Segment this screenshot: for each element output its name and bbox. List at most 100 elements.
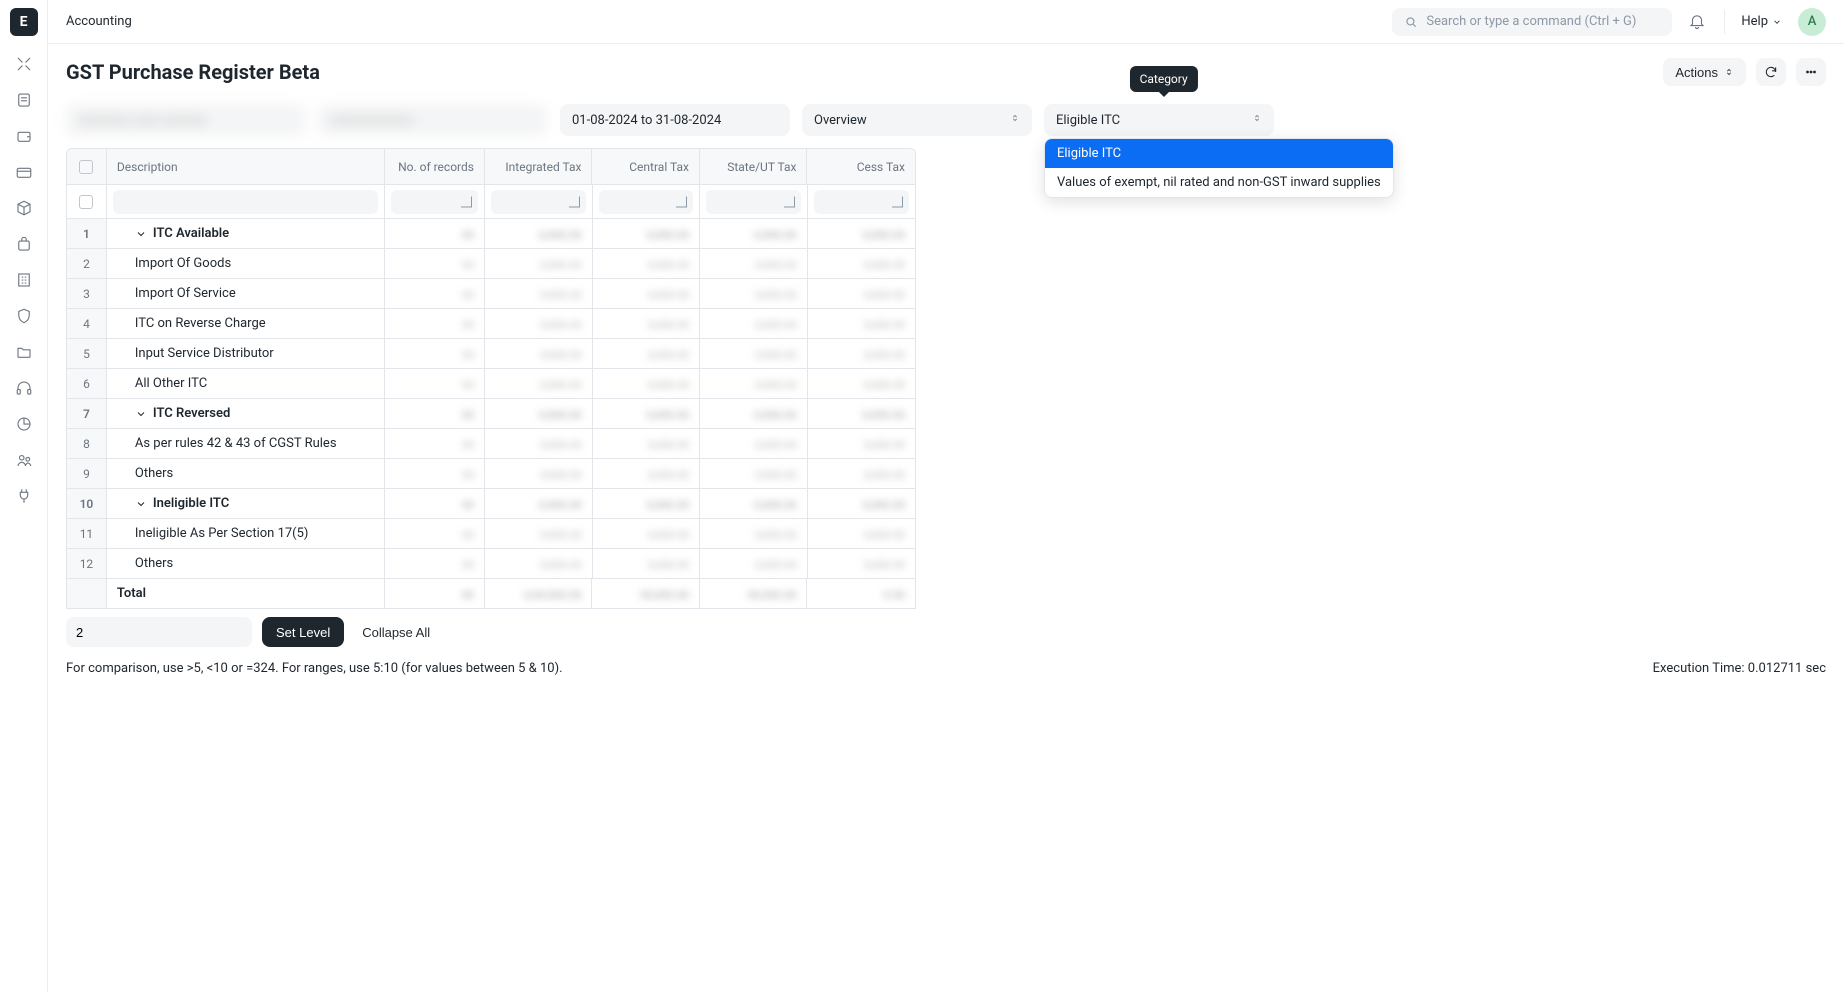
row-number: 4 — [67, 309, 107, 338]
dropdown-item-exempt[interactable]: Values of exempt, nil rated and non-GST … — [1045, 168, 1393, 197]
table-row[interactable]: 9Othersxxx,xxx.xxx,xxx.xxx,xxx.xxx,xxx.x… — [67, 459, 915, 489]
value-cell: xx — [385, 339, 485, 368]
expand-icon[interactable] — [135, 228, 147, 240]
value-cell: x,xxx.xx — [700, 399, 808, 428]
filter-date-range[interactable]: 01-08-2024 to 31-08-2024 — [560, 104, 790, 136]
row-number: 12 — [67, 549, 107, 578]
table-row[interactable]: 5Input Service Distributorxxx,xxx.xxx,xx… — [67, 339, 915, 369]
filter-sgst[interactable] — [706, 190, 801, 214]
value-cell: x,xxx.xx — [593, 249, 701, 278]
search-icon — [1404, 15, 1418, 29]
actions-button[interactable]: Actions — [1663, 58, 1746, 86]
value-cell: x,xxx.xx — [808, 339, 915, 368]
value-cell: x,xxx.xx — [700, 519, 808, 548]
users-icon[interactable] — [10, 446, 38, 474]
table-row[interactable]: 2Import Of Goodsxxx,xxx.xxx,xxx.xxx,xxx.… — [67, 249, 915, 279]
tools-icon[interactable] — [10, 50, 38, 78]
headset-icon[interactable] — [10, 374, 38, 402]
wallet-icon[interactable] — [10, 122, 38, 150]
table-row[interactable]: 12Othersxxx,xxx.xxx,xxx.xxx,xxx.xxx,xxx.… — [67, 549, 915, 579]
value-cell: x,xxx.xx — [593, 369, 701, 398]
bag-icon[interactable] — [10, 230, 38, 258]
plug-icon[interactable] — [10, 482, 38, 510]
filter-cess[interactable] — [814, 190, 910, 214]
value-cell: x,xxx.xx — [593, 279, 701, 308]
cube-icon[interactable] — [10, 194, 38, 222]
collapse-all-button[interactable]: Collapse All — [354, 617, 438, 647]
value-cell: x,xxx.xx — [593, 399, 701, 428]
value-cell: x,xxx.xx — [808, 549, 915, 578]
row-description: Ineligible ITC — [107, 489, 386, 518]
notifications-icon[interactable] — [1688, 12, 1708, 32]
more-button[interactable] — [1796, 58, 1826, 86]
card-icon[interactable] — [10, 158, 38, 186]
table-total-row: Total xx x,xx,xxx.xx xx,xxx.xx xx,xxx.xx… — [67, 579, 915, 609]
filter-igst[interactable] — [491, 190, 586, 214]
table-row[interactable]: 10Ineligible ITCxxx,xxx.xxx,xxx.xxx,xxx.… — [67, 489, 915, 519]
breadcrumb[interactable]: Accounting — [66, 14, 132, 29]
app-logo[interactable]: E — [10, 8, 38, 36]
refresh-button[interactable] — [1756, 58, 1786, 86]
table-row[interactable]: 8As per rules 42 & 43 of CGST Rulesxxx,x… — [67, 429, 915, 459]
level-input[interactable] — [66, 617, 252, 647]
col-cess[interactable]: Cess Tax — [807, 149, 915, 184]
value-cell: xx — [385, 249, 485, 278]
separator — [1724, 10, 1725, 34]
search-input[interactable]: Search or type a command (Ctrl + G) — [1392, 8, 1672, 36]
row-description: Ineligible As Per Section 17(5) — [107, 519, 386, 548]
col-sgst[interactable]: State/UT Tax — [700, 149, 808, 184]
footer-hint-row: For comparison, use >5, <10 or =324. For… — [48, 651, 1844, 686]
filter-gstin[interactable]: xxxxxxxxxxxxx — [318, 104, 548, 136]
shield-icon[interactable] — [10, 302, 38, 330]
value-cell: x,xxx.xx — [808, 399, 915, 428]
value-cell: xx — [385, 219, 485, 248]
avatar[interactable]: A — [1798, 8, 1826, 36]
value-cell: x,xxx.xx — [485, 279, 593, 308]
total-label: Total — [107, 579, 386, 608]
col-records[interactable]: No. of records — [385, 149, 485, 184]
help-menu[interactable]: Help — [1741, 14, 1782, 29]
select-all-checkbox[interactable] — [79, 160, 93, 174]
row-description: ITC Reversed — [107, 399, 386, 428]
value-cell: x,xxx.xx — [485, 429, 593, 458]
col-cgst[interactable]: Central Tax — [592, 149, 700, 184]
value-cell: x,xxx.xx — [485, 459, 593, 488]
expand-icon[interactable] — [135, 498, 147, 510]
row-description: ITC on Reverse Charge — [107, 309, 386, 338]
table-row[interactable]: 7ITC Reversedxxx,xxx.xxx,xxx.xxx,xxx.xxx… — [67, 399, 915, 429]
value-cell: x,xxx.xx — [593, 519, 701, 548]
table-row[interactable]: 1ITC Availablexxx,xxx.xxx,xxx.xxx,xxx.xx… — [67, 219, 915, 249]
col-igst[interactable]: Integrated Tax — [485, 149, 593, 184]
value-cell: x,xxx.xx — [485, 369, 593, 398]
set-level-button[interactable]: Set Level — [262, 617, 344, 647]
filter-category[interactable]: Category Eligible ITC Eligible ITC Value… — [1044, 104, 1274, 136]
folder-icon[interactable] — [10, 338, 38, 366]
col-description[interactable]: Description — [107, 149, 386, 184]
value-cell: x,xxx.xx — [808, 309, 915, 338]
filter-description[interactable] — [113, 190, 379, 214]
value-cell: x,xxx.xx — [700, 219, 808, 248]
row-number: 5 — [67, 339, 107, 368]
value-cell: x,xxx.xx — [700, 489, 808, 518]
filter-overview[interactable]: Overview — [802, 104, 1032, 136]
select-row-checkbox[interactable] — [79, 195, 93, 209]
table-row[interactable]: 4ITC on Reverse Chargexxx,xxx.xxx,xxx.xx… — [67, 309, 915, 339]
invoice-icon[interactable] — [10, 86, 38, 114]
building-icon[interactable] — [10, 266, 38, 294]
filter-cgst[interactable] — [599, 190, 694, 214]
chevron-down-icon — [1772, 17, 1782, 27]
value-cell: x,xxx.xx — [593, 339, 701, 368]
value-cell: x,xxx.xx — [808, 459, 915, 488]
expand-icon[interactable] — [135, 408, 147, 420]
filter-company[interactable]: xxxxxxxx xxxx xxxxxxx — [66, 104, 306, 136]
row-number: 3 — [67, 279, 107, 308]
value-cell: x,xxx.xx — [808, 519, 915, 548]
table-row[interactable]: 3Import Of Servicexxx,xxx.xxx,xxx.xxx,xx… — [67, 279, 915, 309]
table-row[interactable]: 6All Other ITCxxx,xxx.xxx,xxx.xxx,xxx.xx… — [67, 369, 915, 399]
dropdown-item-eligible-itc[interactable]: Eligible ITC — [1045, 139, 1393, 168]
table-row[interactable]: 11Ineligible As Per Section 17(5)xxx,xxx… — [67, 519, 915, 549]
chart-icon[interactable] — [10, 410, 38, 438]
filter-records[interactable] — [391, 190, 478, 214]
value-cell: x,xxx.xx — [593, 489, 701, 518]
row-description: As per rules 42 & 43 of CGST Rules — [107, 429, 386, 458]
